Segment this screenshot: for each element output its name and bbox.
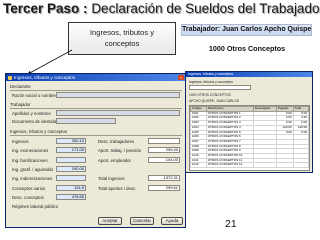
- aportes-field[interactable]: 1372.31: [148, 175, 180, 182]
- income-label: Conceptos varios: [12, 185, 46, 191]
- documento-label: Documento de identidad: [12, 119, 59, 124]
- worker-section: Trabajador: [10, 102, 31, 107]
- grid-cell: [292, 162, 309, 169]
- grid-cell: 1012: [190, 162, 207, 169]
- income-label: Ing. bonificaciones: [12, 157, 48, 163]
- conceptos-filter-label: 1000 OTROS CONCEPTOS: [189, 93, 231, 97]
- page-number: 21: [225, 218, 237, 230]
- cancel-button[interactable]: Cancelar: [130, 217, 154, 225]
- aportes-field[interactable]: [148, 138, 180, 144]
- ingresos-dialog: Ingresos, tributos y conceptos × Declara…: [5, 73, 186, 228]
- aportes-label: Total ingresos: [98, 176, 125, 182]
- section-divider: [10, 135, 182, 136]
- callout-line-2: conceptos: [104, 39, 140, 48]
- income-field[interactable]: 124.5: [56, 184, 86, 191]
- dialog-titlebar: Ingresos, tributos y conceptos ×: [6, 74, 185, 81]
- aportes-field[interactable]: 104.00: [148, 156, 180, 163]
- aportes-label: Desc. trabajadores: [98, 139, 135, 144]
- concept-select[interactable]: [189, 85, 251, 90]
- slide-title: Tercer Paso : Declaración de Sueldos del…: [3, 1, 320, 16]
- dialog-title: Ingresos, tributos y conceptos: [14, 75, 76, 80]
- conceptos-field-label: Ingresos, tributos y conceptos: [189, 80, 233, 84]
- aportes-label: Total aportes / desc.: [98, 185, 137, 191]
- conceptos-window: Ingresos, tributos y conceptos Ingresos,…: [185, 71, 313, 173]
- income-label: Ing. exoneraciones: [12, 148, 49, 154]
- aportes-label: Aport. empleador: [98, 157, 131, 163]
- section-divider: [10, 90, 182, 91]
- callout-line-1: Ingresos, tributos y: [89, 28, 155, 37]
- income-label: Ing. gratif. / aguinaldo: [12, 166, 54, 172]
- help-button[interactable]: Ayuda: [161, 217, 183, 225]
- callout-box: Ingresos, tributos y conceptos: [68, 22, 176, 55]
- income-field[interactable]: 171.00: [56, 147, 86, 154]
- subtitle: 1000 Otros Conceptos: [208, 44, 286, 53]
- income-field[interactable]: 476.65: [56, 193, 86, 200]
- grid-cell: OTROS CONCEPTOS 12: [205, 162, 254, 169]
- income-field[interactable]: 300.10: [56, 138, 86, 144]
- slide-title-rest: Declaración de Sueldos del Trabajador: [91, 1, 320, 16]
- worker-banner: Trabajador: Juan Carlos Apcho Quispe: [181, 24, 312, 36]
- income-field[interactable]: [56, 175, 86, 182]
- aportes-field[interactable]: 299.40: [148, 147, 180, 154]
- income-field[interactable]: [56, 156, 86, 163]
- conceptos-grid-label: APCHO QUISPE, JUAN CARLOS: [189, 99, 240, 103]
- grid-cell: [252, 162, 277, 169]
- income-label: Ing. indemnizaciones: [12, 176, 53, 182]
- slide-title-lead: Tercer Paso :: [3, 1, 88, 16]
- arrow-to-dialog: [27, 49, 73, 75]
- razon-social-field: [56, 92, 180, 98]
- razon-social-label: Razón social o nombre: [12, 93, 56, 98]
- apellidos-field: [56, 110, 180, 116]
- grid-cell: [275, 162, 294, 169]
- income-label: Régimen laboral público: [12, 204, 59, 210]
- section-divider: [10, 108, 182, 109]
- income-label: Ingresos: [12, 139, 29, 144]
- income-section: Ingresos, tributos y conceptos: [10, 129, 68, 134]
- income-field[interactable]: 190.00: [56, 165, 86, 172]
- aportes-field[interactable]: 299.61: [148, 184, 180, 191]
- app-icon: [8, 75, 12, 80]
- income-label: Desc. conceptos: [12, 194, 44, 200]
- documento-field: [56, 118, 116, 124]
- close-icon[interactable]: ×: [178, 75, 184, 80]
- aportes-label: Aport. trabaj. / pensión: [98, 148, 142, 154]
- accept-button[interactable]: Aceptar: [98, 217, 122, 225]
- declarant-section: Declarante: [10, 84, 31, 89]
- table-row[interactable]: 1012 OTROS CONCEPTOS 12: [190, 162, 309, 169]
- conceptos-grid[interactable]: Código Descripción Devengado Pagado Total 10…: [189, 105, 310, 171]
- apellidos-label: Apellidos y nombres: [12, 111, 51, 116]
- conceptos-titlebar: Ingresos, tributos y conceptos: [186, 72, 312, 77]
